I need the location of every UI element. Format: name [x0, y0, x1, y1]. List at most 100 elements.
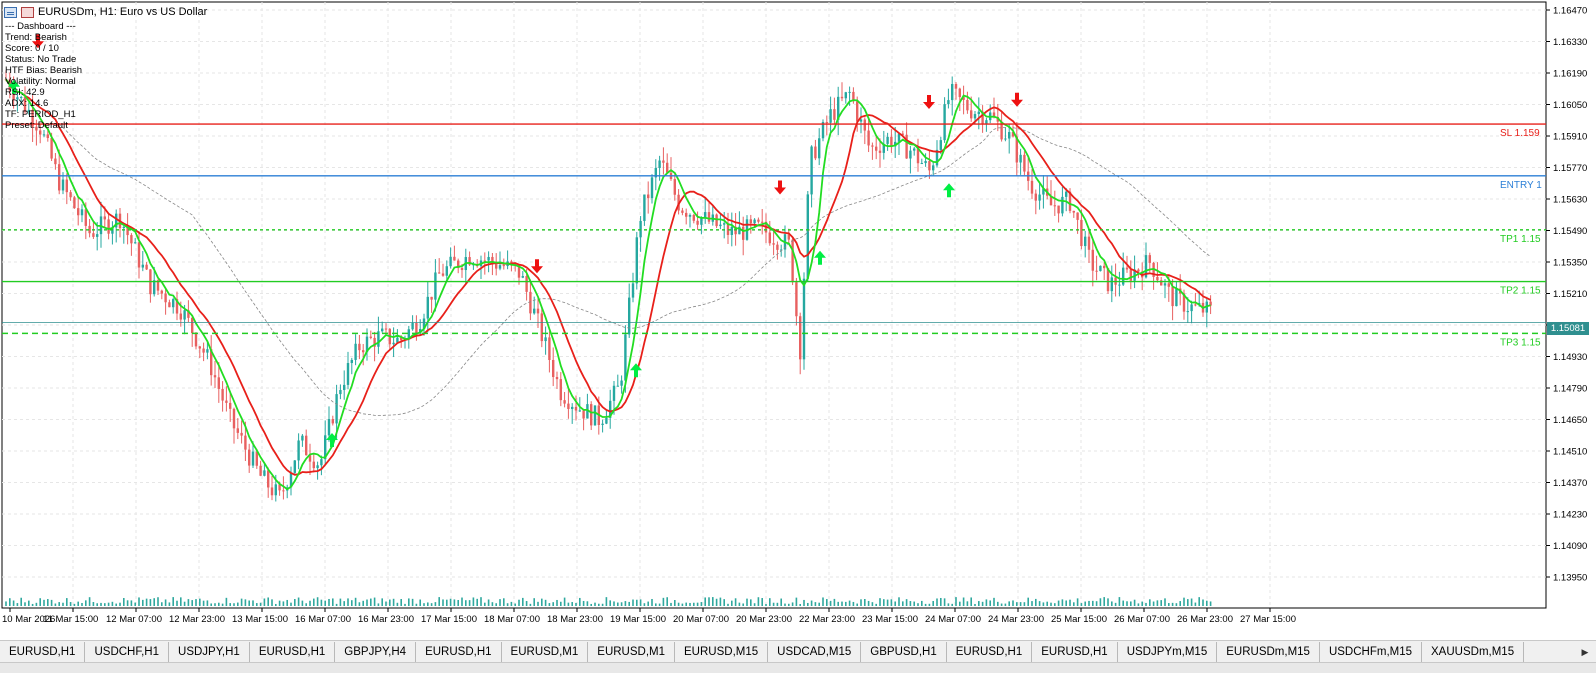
volume-bar — [1084, 601, 1086, 606]
candle-body — [415, 322, 418, 334]
volume-bar — [142, 599, 144, 606]
volume-bar — [628, 601, 630, 606]
chart-tabs: EURUSD,H1 USDCHF,H1 USDJPY,H1 EURUSD,H1 GBPJ… — [0, 640, 1596, 663]
candle-body — [696, 220, 699, 225]
price-tick-label: 1.14790 — [1553, 384, 1587, 395]
volume-bar — [1004, 603, 1007, 606]
volume-bar — [955, 597, 957, 606]
volume-bar — [871, 602, 874, 606]
dashboard-preset: Preset: Default — [5, 120, 68, 131]
chart-tab[interactable]: GBPJPY,H4 — [335, 642, 417, 662]
volume-bar — [434, 602, 437, 606]
candle-body — [833, 109, 836, 120]
volume-bar — [1190, 598, 1193, 606]
volume-bar — [267, 597, 269, 606]
chart-tab[interactable]: USDCHFm,M15 — [1320, 642, 1423, 662]
candle-body — [438, 272, 441, 274]
volume-bar — [244, 599, 247, 606]
chart-tab[interactable]: EURUSD,H1 — [250, 642, 336, 662]
candle-body — [1190, 304, 1193, 312]
price-chart[interactable]: 1.16470 1.16330 1.16190 1.16050 1.15910 1.157… — [0, 0, 1596, 640]
chart-tab[interactable]: GBPUSD,H1 — [861, 642, 947, 662]
volume-bar — [1202, 599, 1204, 606]
volume-bar — [47, 599, 49, 606]
chart-tab[interactable]: EURUSD,M1 — [588, 642, 676, 662]
chart-tab[interactable]: EURUSD,H1 — [0, 642, 86, 662]
candle-body — [145, 264, 148, 270]
volume-bar — [723, 599, 725, 606]
chart-tab[interactable]: USDJPYm,M15 — [1118, 642, 1218, 662]
candle-body — [103, 216, 106, 220]
volume-bar — [772, 602, 775, 606]
price-tick-label: 1.14930 — [1553, 352, 1587, 363]
candle-body — [776, 244, 779, 250]
volume-bar — [601, 603, 604, 606]
time-tick-label: 26 Mar 23:00 — [1177, 614, 1233, 625]
volume-bar — [1122, 600, 1124, 606]
chart-tab[interactable]: EURUSD,M15 — [675, 642, 769, 662]
chart-area[interactable]: 1.16470 1.16330 1.16190 1.16050 1.15910 1.157… — [0, 0, 1596, 640]
candle-body — [666, 162, 669, 173]
volume-bar — [575, 602, 577, 606]
candle-body — [749, 219, 752, 224]
candle-body — [153, 280, 156, 295]
candle-body — [487, 256, 490, 261]
chart-tab[interactable]: USDCHF,H1 — [85, 642, 170, 662]
volume-bar — [940, 597, 942, 606]
chart-tab[interactable]: USDCAD,M15 — [768, 642, 862, 662]
volume-bar — [480, 597, 482, 606]
candle-body — [723, 223, 726, 225]
dashboard-htf-bias: HTF Bias: Bearish — [5, 65, 83, 76]
candle-body — [525, 276, 528, 292]
volume-bar — [453, 599, 456, 606]
candle-body — [973, 114, 977, 119]
chart-tab[interactable]: EURUSD,H1 — [1032, 642, 1118, 662]
candle-body — [194, 333, 198, 347]
candle-body — [327, 419, 331, 436]
volume-bar — [472, 597, 475, 606]
candle-body — [263, 470, 266, 476]
volume-bar — [96, 603, 98, 606]
candle-body — [681, 210, 684, 213]
candle-body — [616, 385, 619, 387]
price-tick-label: 1.15910 — [1553, 132, 1587, 143]
chart-tab[interactable]: EURUSD,H1 — [416, 642, 502, 662]
chart-properties-icon[interactable] — [21, 6, 34, 18]
chart-tab[interactable]: EURUSD,H1 — [947, 642, 1033, 662]
volume-bar — [848, 600, 851, 606]
chart-tab[interactable]: EURUSDm,M15 — [1217, 642, 1320, 662]
candle-body — [312, 461, 315, 469]
candle-body — [673, 179, 676, 195]
candle-body — [1095, 270, 1098, 272]
chart-tab[interactable]: USDJPY,H1 — [169, 642, 250, 662]
volume-bar — [1152, 601, 1155, 606]
volume-bar — [674, 600, 676, 606]
candle-body — [65, 179, 68, 193]
candle-body — [384, 328, 388, 330]
volume-bar — [548, 603, 551, 606]
candle-body — [650, 177, 654, 199]
candle-body — [521, 276, 524, 278]
candle-body — [639, 220, 642, 238]
volume-bar — [1023, 602, 1026, 606]
price-tick-label: 1.14230 — [1553, 510, 1587, 521]
chart-tab[interactable]: XAUUSDm,M15 — [1422, 642, 1525, 662]
candle-body — [909, 150, 912, 159]
candle-body — [1148, 255, 1151, 263]
volume-bar — [1092, 600, 1094, 606]
chart-tab[interactable]: EURUSD,M1 — [502, 642, 589, 662]
chart-window-icon[interactable] — [4, 6, 17, 18]
volume-bar — [1126, 601, 1128, 606]
volume-bar — [1046, 601, 1048, 606]
volume-bar — [28, 600, 30, 606]
volume-bar — [218, 602, 220, 606]
candle-body — [122, 226, 125, 229]
candle-body — [859, 119, 863, 122]
candle-body — [768, 232, 771, 244]
candle-body — [658, 160, 661, 168]
candle-body — [217, 377, 220, 389]
chevron-right-icon[interactable]: ▶ — [1574, 642, 1596, 662]
dashboard-panel: --- Dashboard --- Trend: Bearish Score: … — [5, 21, 82, 131]
volume-bar — [294, 599, 296, 606]
volume-bar — [822, 597, 824, 606]
